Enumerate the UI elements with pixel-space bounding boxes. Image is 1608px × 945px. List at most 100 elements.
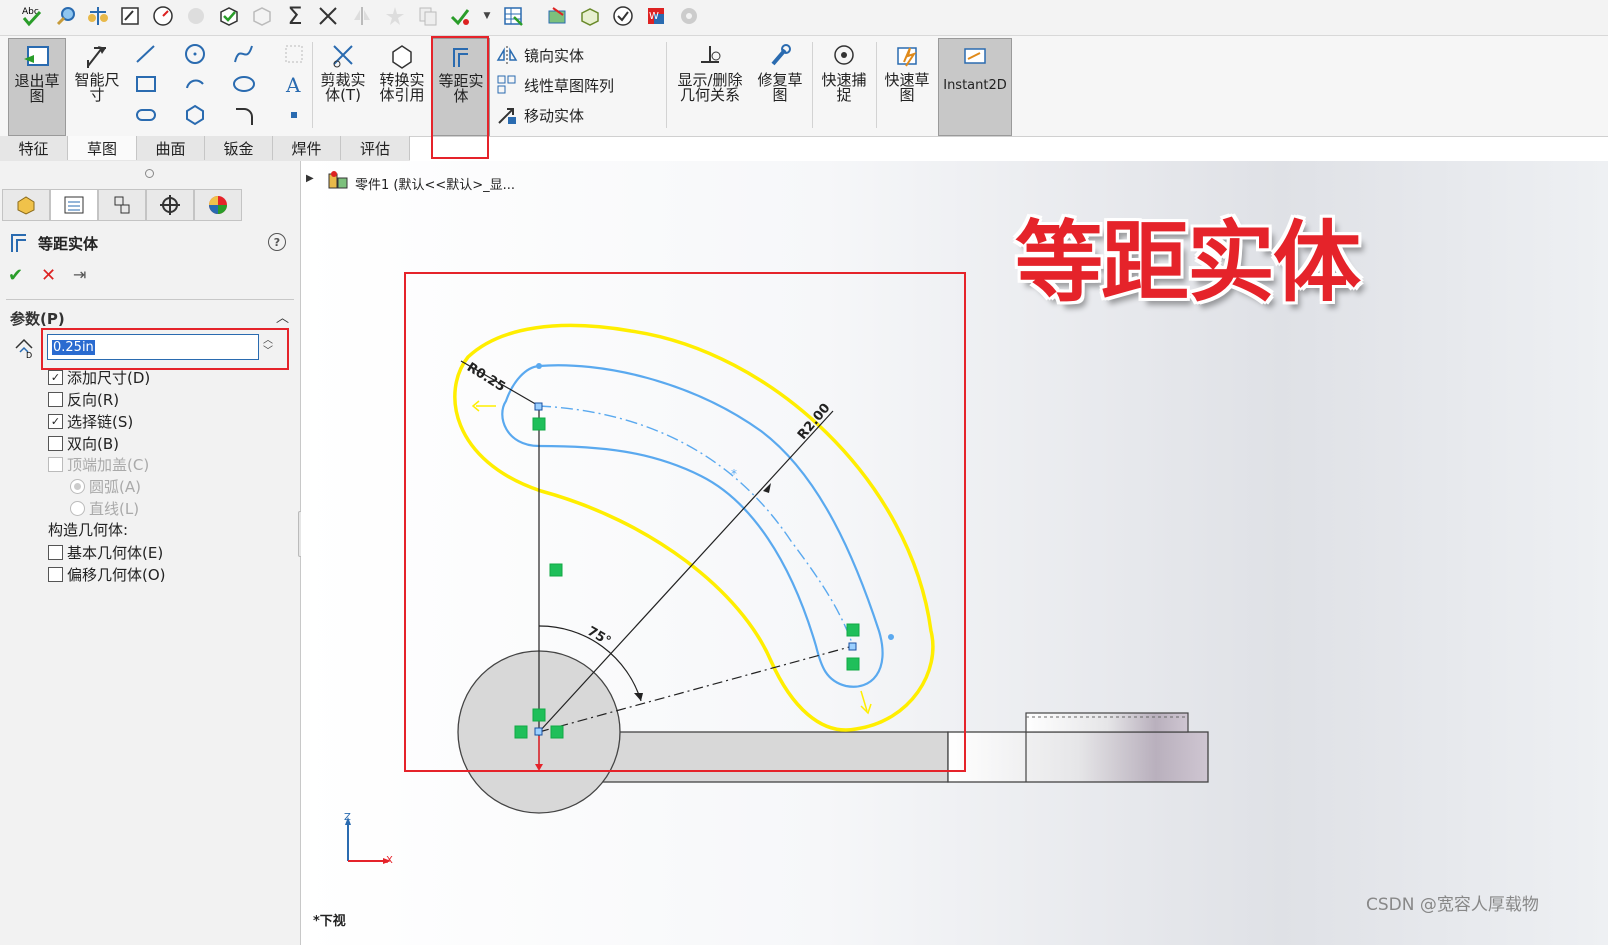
command-manager-ribbon: 退出草图 智能尺寸 A 剪裁实体(T) 转换实体引用 等距实体 镜向实体 线性草… bbox=[0, 36, 1608, 137]
table-icon[interactable] bbox=[501, 4, 525, 28]
balance-icon[interactable] bbox=[86, 4, 110, 28]
magnifier-icon[interactable] bbox=[54, 4, 78, 28]
cancel-x-icon[interactable]: ✕ bbox=[41, 265, 56, 286]
check-cube-icon[interactable] bbox=[217, 4, 241, 28]
help-icon[interactable]: ? bbox=[268, 233, 286, 251]
feature-manager-tab[interactable] bbox=[2, 189, 50, 221]
offset-geometry-checkbox[interactable]: 偏移几何体(O) bbox=[48, 564, 166, 584]
checkbox-box: ✓ bbox=[48, 413, 63, 429]
repair-sketch-button[interactable]: 修复草图 bbox=[752, 38, 808, 134]
cube-stack-icon[interactable] bbox=[578, 4, 602, 28]
point-tool-icon[interactable] bbox=[282, 103, 306, 127]
gauge-icon[interactable] bbox=[151, 4, 175, 28]
move-entities-button[interactable]: 移动实体 bbox=[496, 102, 584, 128]
move-entities-icon bbox=[498, 108, 516, 124]
pin-icon[interactable]: ⇥ bbox=[73, 265, 86, 284]
watermark: CSDN @宽容人厚载物 bbox=[1366, 895, 1539, 915]
exit-sketch-icon bbox=[24, 46, 49, 66]
checkbox-box bbox=[48, 456, 63, 472]
svg-text:W: W bbox=[649, 11, 659, 22]
offset-distance-icon: D bbox=[15, 338, 33, 358]
text-tool-icon[interactable]: A bbox=[282, 72, 306, 96]
spline-tool-icon[interactable] bbox=[232, 42, 256, 66]
tab-sheet-metal[interactable]: 钣金 bbox=[205, 136, 273, 160]
smart-dimension-icon bbox=[87, 46, 106, 68]
cube-icon[interactable] bbox=[250, 4, 274, 28]
arc-tool-icon[interactable] bbox=[183, 72, 207, 96]
exit-sketch-button[interactable]: 退出草图 bbox=[8, 38, 66, 136]
collapse-section-icon[interactable]: ︿ bbox=[276, 307, 289, 326]
configuration-manager-tab[interactable] bbox=[98, 189, 146, 221]
checkbox-box: ✓ bbox=[48, 369, 63, 385]
panel-collapse-dot[interactable] bbox=[145, 169, 154, 178]
dimxpert-tab[interactable] bbox=[146, 189, 194, 221]
trim-entities-button[interactable]: 剪裁实体(T) bbox=[316, 38, 370, 134]
intersect-icon[interactable] bbox=[316, 4, 340, 28]
copy-icon[interactable] bbox=[416, 4, 440, 28]
reverse-checkbox[interactable]: 反向(R) bbox=[48, 389, 119, 409]
trim-entities-label: 剪裁实体(T) bbox=[320, 71, 366, 104]
polygon-tool-icon[interactable] bbox=[183, 103, 207, 127]
linear-pattern-button[interactable]: 线性草图阵列 bbox=[496, 72, 614, 98]
tab-features[interactable]: 特征 bbox=[0, 136, 68, 160]
instant2d-button[interactable]: Instant2D bbox=[938, 38, 1012, 136]
triad-x-label: X bbox=[386, 855, 393, 866]
fillet-tool-icon[interactable] bbox=[232, 103, 256, 127]
plane-tool-icon[interactable] bbox=[282, 42, 306, 66]
mirror-entities-button[interactable]: 镜向实体 bbox=[496, 42, 584, 68]
parameters-section-header[interactable]: 参数(P) bbox=[10, 308, 65, 329]
linear-pattern-icon bbox=[497, 75, 516, 94]
base-geometry-label: 基本几何体(E) bbox=[67, 543, 164, 562]
rapid-sketch-button[interactable]: 快速草图 bbox=[880, 38, 934, 134]
verify-icon[interactable] bbox=[448, 4, 472, 28]
bidirectional-checkbox[interactable]: 双向(B) bbox=[48, 433, 119, 453]
slot-tool-icon[interactable] bbox=[134, 103, 158, 127]
arc-radio: 圆弧(A) bbox=[70, 476, 141, 496]
checkbox-box bbox=[48, 391, 63, 407]
ellipse-tool-icon[interactable] bbox=[232, 72, 256, 96]
quick-snaps-button[interactable]: 快速捕捉 bbox=[816, 38, 872, 134]
convert-entities-button[interactable]: 转换实体引用 bbox=[374, 38, 430, 134]
radio-dot bbox=[70, 500, 85, 516]
property-list-icon bbox=[64, 196, 84, 214]
show-relations-label: 显示/删除几何关系 bbox=[677, 71, 743, 104]
layers-icon[interactable] bbox=[545, 4, 569, 28]
command-tabs: 特征 草图 曲面 钣金 焊件 评估 bbox=[0, 136, 410, 162]
gear-icon[interactable] bbox=[677, 4, 701, 28]
word-icon[interactable]: W bbox=[644, 4, 668, 28]
property-manager-panel: 等距实体 ? ✔ ✕ ⇥ 参数(P) ︿ D 0.25in ︿ ﹀ ✓ 添加尺寸(D… bbox=[0, 161, 309, 945]
tab-weldments[interactable]: 焊件 bbox=[273, 136, 341, 160]
tab-surfaces[interactable]: 曲面 bbox=[137, 136, 205, 160]
select-chain-checkbox[interactable]: ✓ 选择链(S) bbox=[48, 411, 133, 431]
cap-ends-label: 顶端加盖(C) bbox=[67, 455, 150, 474]
mirror-entities-icon bbox=[496, 46, 518, 64]
check-circle-icon[interactable] bbox=[611, 4, 635, 28]
construction-geometry-heading: 构造几何体: bbox=[48, 521, 129, 539]
arc-radio-label: 圆弧(A) bbox=[89, 477, 141, 496]
property-manager-tab[interactable] bbox=[50, 189, 98, 221]
spell-check-icon[interactable]: Abc bbox=[20, 4, 44, 28]
checkbox-box bbox=[48, 544, 63, 560]
triad-z-label: Z bbox=[344, 812, 351, 823]
mirror-icon[interactable] bbox=[350, 4, 374, 28]
sketch-icon[interactable] bbox=[118, 4, 142, 28]
quick-access-toolbar: Abc Σ ▼ W bbox=[0, 0, 1608, 36]
ok-check-icon[interactable]: ✔ bbox=[8, 265, 23, 286]
offset-geometry-label: 偏移几何体(O) bbox=[67, 565, 166, 584]
stress-icon[interactable] bbox=[184, 4, 208, 28]
show-relations-button[interactable]: 显示/删除几何关系 bbox=[674, 38, 746, 134]
cap-ends-checkbox: 顶端加盖(C) bbox=[48, 454, 149, 474]
display-manager-tab[interactable] bbox=[194, 189, 242, 221]
circle-tool-icon[interactable] bbox=[183, 42, 207, 66]
add-dimensions-checkbox[interactable]: ✓ 添加尺寸(D) bbox=[48, 367, 150, 387]
property-manager-title: 等距实体 bbox=[38, 235, 99, 253]
dropdown-icon[interactable]: ▼ bbox=[480, 4, 494, 28]
line-tool-icon[interactable] bbox=[134, 42, 158, 66]
smart-dimension-button[interactable]: 智能尺寸 bbox=[70, 38, 124, 134]
base-geometry-checkbox[interactable]: 基本几何体(E) bbox=[48, 542, 163, 562]
star-icon[interactable] bbox=[383, 4, 407, 28]
tab-sketch[interactable]: 草图 bbox=[68, 136, 137, 160]
tab-evaluate[interactable]: 评估 bbox=[341, 136, 410, 160]
rectangle-tool-icon[interactable] bbox=[134, 72, 158, 96]
sum-icon[interactable]: Σ bbox=[283, 2, 307, 30]
